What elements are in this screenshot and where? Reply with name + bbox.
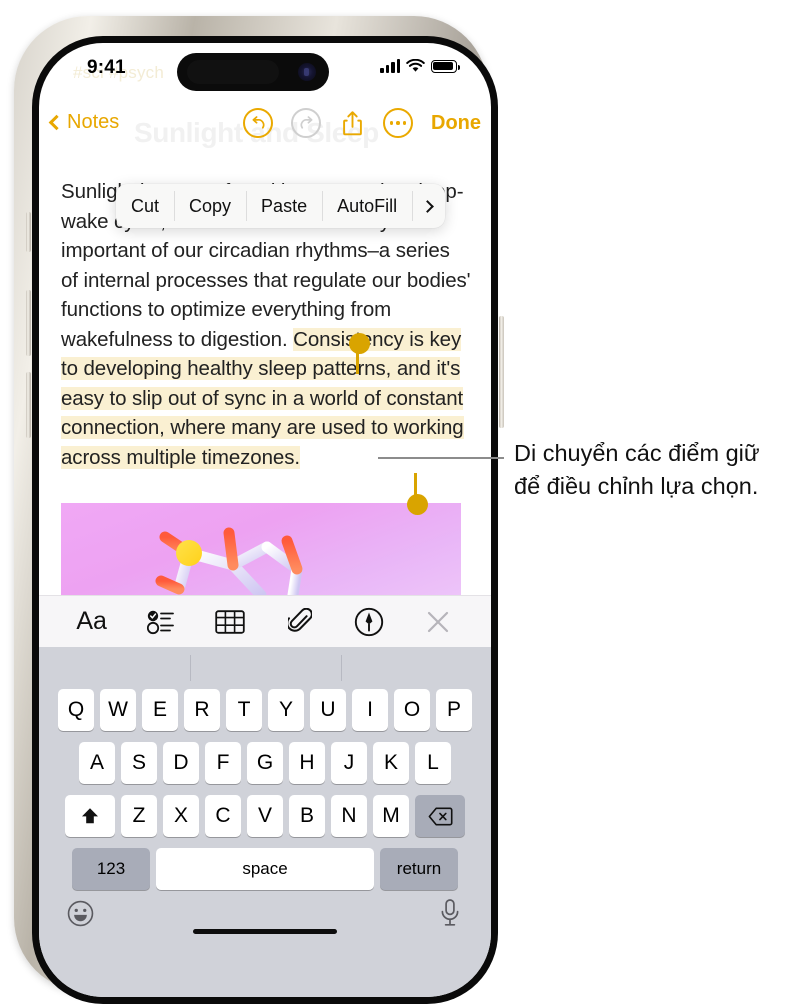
predictive-divider-2 (341, 655, 342, 681)
key-b[interactable]: B (289, 795, 325, 837)
text-selection-context-menu[interactable]: Cut Copy Paste AutoFill (116, 184, 446, 228)
ellipsis-circle-icon (389, 121, 407, 125)
key-v[interactable]: V (247, 795, 283, 837)
volume-up-button[interactable] (26, 290, 31, 356)
callout-leader-line (378, 456, 504, 459)
selection-end-knob[interactable] (406, 494, 428, 515)
key-x[interactable]: X (163, 795, 199, 837)
key-u[interactable]: U (310, 689, 346, 731)
home-indicator[interactable] (193, 929, 337, 934)
key-r[interactable]: R (184, 689, 220, 731)
key-f[interactable]: F (205, 742, 241, 784)
status-time: 9:41 (87, 57, 126, 78)
menu-item-cut[interactable]: Cut (116, 184, 174, 228)
key-w[interactable]: W (100, 689, 136, 731)
front-camera-icon (298, 63, 316, 81)
keyboard-bottom-bar (39, 890, 491, 946)
back-button-label: Notes (67, 111, 120, 133)
key-t[interactable]: T (226, 689, 262, 731)
done-button[interactable]: Done (431, 112, 481, 135)
share-up-arrow-icon (342, 110, 362, 135)
delete-backward-icon (428, 807, 453, 825)
on-screen-keyboard: Q W E R T Y U I O P A S D F G H J K L Z … (39, 647, 491, 997)
menu-item-paste[interactable]: Paste (246, 184, 322, 228)
emoji-smiley-icon (67, 900, 94, 927)
microphone-icon (441, 899, 459, 926)
iphone-frame: #sci #psych Sunlight and Sleep 9:41 Note… (14, 16, 504, 1004)
key-g[interactable]: G (247, 742, 283, 784)
menu-item-copy[interactable]: Copy (174, 184, 246, 228)
chevron-left-icon (48, 114, 65, 131)
checklist-icon[interactable] (141, 602, 181, 642)
screenshot-stage: #sci #psych Sunlight and Sleep 9:41 Note… (0, 0, 787, 1008)
action-button[interactable] (26, 212, 31, 252)
key-o[interactable]: O (394, 689, 430, 731)
keyboard-row-2: A S D F G H J K L (39, 742, 491, 784)
key-y[interactable]: Y (268, 689, 304, 731)
key-j[interactable]: J (331, 742, 367, 784)
key-k[interactable]: K (373, 742, 409, 784)
keyboard-row-4: 123 space return (39, 848, 491, 890)
numbers-key[interactable]: 123 (72, 848, 150, 890)
keyboard-row-3: Z X C V B N M (39, 795, 491, 837)
note-format-toolbar: Aa (39, 595, 491, 647)
wifi-icon (406, 59, 425, 72)
attachment-paperclip-icon[interactable] (280, 602, 320, 642)
undo-arrow-icon (252, 115, 264, 129)
volume-down-button[interactable] (26, 372, 31, 438)
molecule-illustration-icon (155, 527, 303, 595)
key-z[interactable]: Z (121, 795, 157, 837)
shift-key[interactable] (65, 795, 115, 837)
predictive-divider-1 (190, 655, 191, 681)
cellular-bars-icon (380, 59, 400, 73)
phone-screen: #sci #psych Sunlight and Sleep 9:41 Note… (39, 43, 491, 997)
key-h[interactable]: H (289, 742, 325, 784)
text-format-label: Aa (76, 607, 107, 635)
dictation-key[interactable] (439, 898, 461, 933)
navbar-actions: Done (243, 108, 481, 138)
more-options-button[interactable] (383, 108, 413, 138)
battery-full-icon (431, 60, 461, 73)
chevron-right-icon (421, 199, 434, 213)
dynamic-island (177, 53, 329, 91)
text-format-icon[interactable]: Aa (72, 602, 112, 642)
selection-start-caret (355, 349, 359, 374)
key-s[interactable]: S (121, 742, 157, 784)
table-icon[interactable] (210, 602, 250, 642)
key-m[interactable]: M (373, 795, 409, 837)
undo-button[interactable] (243, 108, 273, 138)
note-image-attachment[interactable] (61, 503, 461, 595)
key-e[interactable]: E (142, 689, 178, 731)
key-l[interactable]: L (415, 742, 451, 784)
emoji-key[interactable] (67, 900, 94, 932)
power-button[interactable] (499, 316, 504, 428)
key-n[interactable]: N (331, 795, 367, 837)
key-i[interactable]: I (352, 689, 388, 731)
backspace-key[interactable] (415, 795, 465, 837)
close-x-icon[interactable] (418, 602, 458, 642)
key-c[interactable]: C (205, 795, 241, 837)
predictive-text-bar[interactable] (39, 647, 491, 689)
redo-arrow-icon (300, 115, 312, 129)
return-key[interactable]: return (380, 848, 458, 890)
key-q[interactable]: Q (58, 689, 94, 731)
status-bar: 9:41 (39, 43, 491, 99)
share-button[interactable] (339, 108, 365, 138)
shift-up-arrow-icon (82, 808, 98, 824)
redo-button[interactable] (291, 108, 321, 138)
keyboard-row-1: Q W E R T Y U I O P (39, 689, 491, 731)
status-indicators (380, 59, 461, 73)
menu-item-autofill[interactable]: AutoFill (322, 184, 412, 228)
markup-pen-icon[interactable] (349, 602, 389, 642)
selection-start-knob[interactable] (348, 333, 370, 354)
navigation-bar: Notes Done (39, 105, 491, 155)
key-a[interactable]: A (79, 742, 115, 784)
dynamic-island-pill (187, 60, 279, 84)
menu-more-button[interactable] (412, 184, 445, 228)
key-p[interactable]: P (436, 689, 472, 731)
callout-text: Di chuyển các điểm giữ để điều chỉnh lựa… (514, 440, 760, 499)
space-key[interactable]: space (156, 848, 374, 890)
back-to-notes-button[interactable]: Notes (48, 111, 120, 134)
key-d[interactable]: D (163, 742, 199, 784)
